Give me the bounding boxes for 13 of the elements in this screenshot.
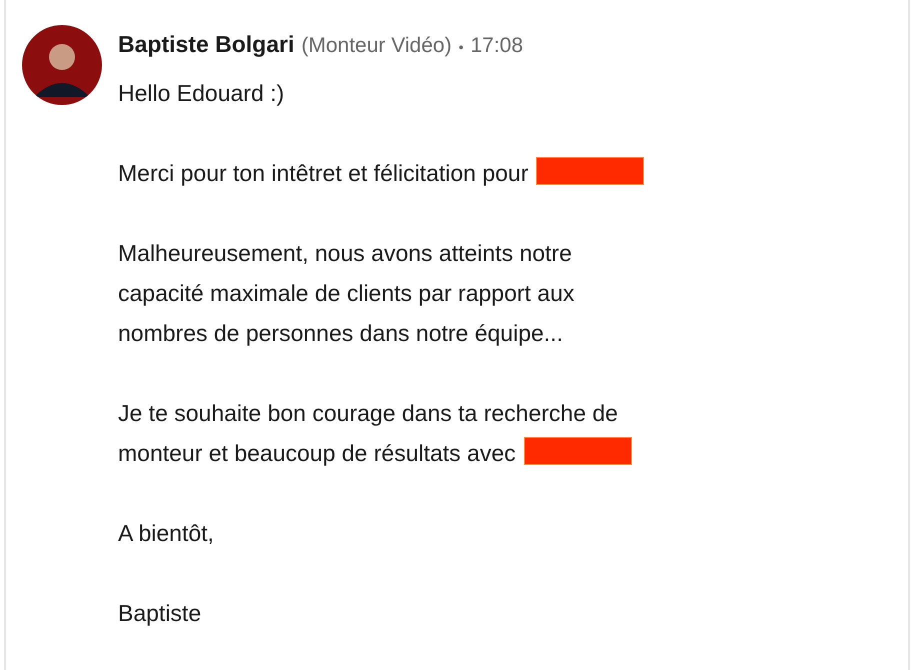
message-line: A bientôt,	[118, 520, 214, 546]
separator-dot: •	[458, 39, 464, 55]
sender-role: (Monteur Vidéo)	[301, 34, 452, 58]
message-time: 17:08	[470, 34, 524, 58]
sender-name[interactable]: Baptiste Bolgari	[118, 31, 294, 58]
message-line: Malheureusement, nous avons atteints notre	[118, 240, 572, 266]
message-line: Hello Edouard :)	[118, 80, 284, 106]
message-line: nombres de personnes dans notre équipe...	[118, 320, 563, 346]
message-line: Je te souhaite bon courage dans ta recherche de	[118, 400, 618, 426]
message-line: monteur et beaucoup de résultats avec	[118, 440, 516, 466]
message-line: Baptiste	[118, 600, 202, 626]
message-line: Merci pour ton intêtret et félicitation pour	[118, 160, 528, 186]
message-line: capacité maximale de clients par rapport aux	[118, 280, 574, 306]
